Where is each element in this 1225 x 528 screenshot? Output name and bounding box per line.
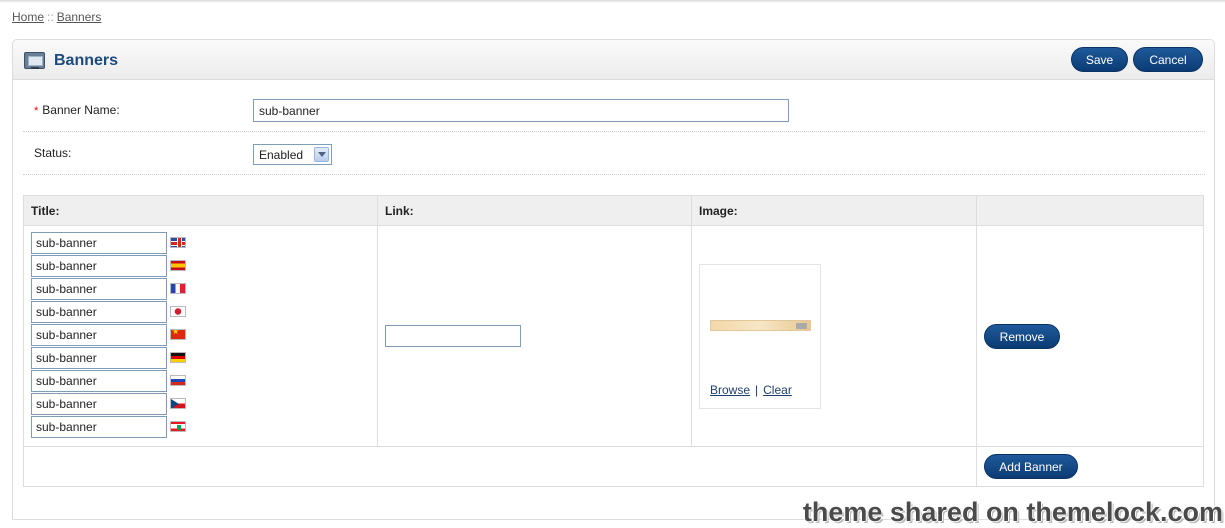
title-line-english: sub-banner [31, 232, 377, 255]
column-header-action [976, 195, 1204, 226]
title-input-lebanese[interactable]: sub-banner [31, 416, 167, 438]
column-header-title: Title: [23, 195, 378, 226]
title-line-chinese: sub-banner [31, 324, 377, 347]
table-footer-row: Add Banner [23, 446, 1204, 487]
title-line-spanish: sub-banner [31, 255, 377, 278]
status-select[interactable]: Enabled [253, 144, 332, 165]
browse-link[interactable]: Browse [710, 383, 750, 397]
link-input[interactable] [385, 325, 521, 347]
germany-flag-icon [170, 352, 186, 363]
action-cell: Remove [976, 225, 1204, 447]
column-header-image: Image: [691, 195, 977, 226]
title-line-lebanese: sub-banner [31, 416, 377, 439]
spain-flag-icon [170, 260, 186, 271]
footer-empty-cell [23, 446, 977, 487]
status-row: Status: Enabled [23, 132, 1205, 175]
russia-flag-icon [170, 375, 186, 386]
france-flag-icon [170, 283, 186, 294]
breadcrumb-separator: :: [47, 10, 54, 24]
title-line-russian: sub-banner [31, 370, 377, 393]
japan-flag-icon [170, 306, 186, 317]
chevron-down-icon[interactable] [314, 147, 329, 162]
add-banner-button[interactable]: Add Banner [984, 454, 1078, 479]
banners-panel: Banners Save Cancel *Banner Name: Status… [12, 39, 1215, 520]
footer-action-cell: Add Banner [976, 446, 1204, 487]
banner-icon [24, 52, 45, 69]
image-links-separator: | [755, 382, 759, 397]
banner-thumbnail-image[interactable]: ​ [710, 319, 811, 331]
table-header-row: Title: Link: Image: [23, 195, 1204, 226]
status-value: Enabled [259, 148, 304, 162]
title-input-german[interactable]: sub-banner [31, 347, 167, 369]
china-flag-icon [170, 329, 186, 340]
czech-flag-icon [170, 398, 186, 409]
link-cell [377, 225, 692, 447]
title-input-czech[interactable]: sub-banner [31, 393, 167, 415]
title-input-japanese[interactable]: sub-banner [31, 301, 167, 323]
breadcrumb: Home:: Banners [12, 10, 101, 24]
top-shadow [0, 0, 1225, 3]
remove-button[interactable]: Remove [984, 323, 1060, 349]
banner-name-row: * Banner Name: [23, 89, 1205, 132]
truck-icon [796, 322, 807, 329]
save-button[interactable]: Save [1071, 47, 1128, 72]
breadcrumb-banners-link[interactable]: Banners [57, 10, 102, 24]
title-line-japanese: sub-banner [31, 301, 377, 324]
lebanon-flag-icon [170, 421, 186, 432]
watermark-text: theme shared on themelock.com [802, 497, 1223, 527]
page-title: Banners [54, 52, 119, 69]
title-input-english[interactable]: sub-banner [31, 232, 167, 254]
title-line-german: sub-banner [31, 347, 377, 370]
banner-name-input[interactable] [253, 99, 789, 122]
title-input-french[interactable]: sub-banner [31, 278, 167, 300]
clear-link[interactable]: Clear [763, 383, 792, 397]
title-cell: sub-banner sub-banner sub-banner sub-ban… [23, 225, 378, 447]
title-input-russian[interactable]: sub-banner [31, 370, 167, 392]
banner-name-label-text: Banner Name: [42, 103, 120, 117]
image-preview-box: ​ Browse | Clear [699, 263, 821, 409]
column-header-link: Link: [377, 195, 692, 226]
breadcrumb-home-link[interactable]: Home [12, 10, 44, 24]
table-row: sub-banner sub-banner sub-banner sub-ban… [23, 225, 1204, 447]
banner-name-label: * Banner Name: [34, 103, 120, 117]
title-line-czech: sub-banner [31, 393, 377, 416]
cancel-button[interactable]: Cancel [1133, 47, 1203, 72]
image-cell: ​ Browse | Clear [691, 225, 977, 447]
banner-images-table: Title: Link: Image: sub-banner sub-banne… [23, 195, 1204, 487]
required-mark: * [34, 105, 39, 117]
uk-flag-icon [170, 237, 186, 248]
title-input-spanish[interactable]: sub-banner [31, 255, 167, 277]
title-input-chinese[interactable]: sub-banner [31, 324, 167, 346]
title-line-french: sub-banner [31, 278, 377, 301]
status-label: Status: [34, 146, 72, 160]
image-links: Browse | Clear [710, 383, 792, 397]
panel-heading: Banners Save Cancel [13, 40, 1214, 80]
